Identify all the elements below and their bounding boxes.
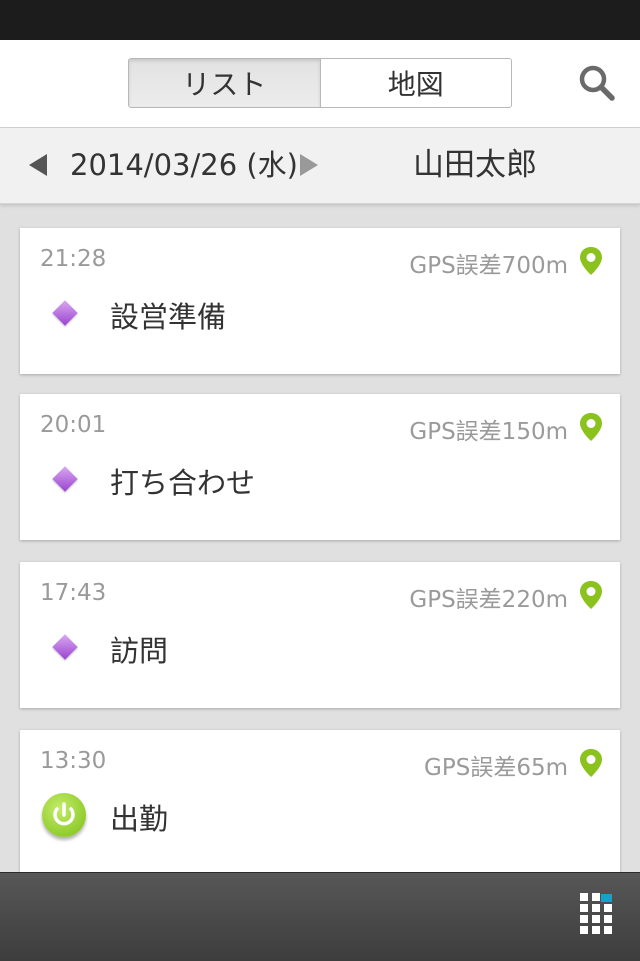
entry-time: 13:30	[40, 748, 107, 774]
view-toggle: リスト 地図	[128, 58, 512, 108]
location-pin-icon[interactable]	[578, 412, 604, 442]
nav-bar: リスト 地図	[0, 40, 640, 128]
search-icon	[579, 65, 615, 101]
current-date: 2014/03/26 (水)	[70, 148, 298, 182]
power-icon	[42, 793, 86, 837]
location-pin-icon[interactable]	[578, 748, 604, 778]
tab-map[interactable]: 地図	[321, 59, 512, 107]
entry-time: 21:28	[40, 246, 107, 272]
list-item[interactable]: 20:01 GPS誤差150m 打ち合わせ	[20, 394, 620, 540]
diamond-icon	[52, 634, 78, 660]
diamond-icon	[52, 466, 78, 492]
prev-day-button[interactable]	[29, 154, 47, 176]
entry-label: 設営準備	[110, 300, 227, 334]
entry-label: 打ち合わせ	[110, 466, 256, 500]
gps-accuracy: GPS誤差150m	[409, 419, 568, 445]
list-item[interactable]: 13:30 GPS誤差65m 出勤	[20, 730, 620, 872]
next-day-button[interactable]	[300, 154, 318, 176]
gps-accuracy: GPS誤差65m	[424, 755, 568, 781]
activity-list: 21:28 GPS誤差700m 設営準備 20:01 GPS誤差150m 打ち合…	[0, 204, 640, 872]
entry-label: 訪問	[110, 634, 169, 668]
grid-menu-icon[interactable]	[580, 893, 612, 941]
date-bar: 2014/03/26 (水) 山田太郎	[0, 128, 640, 204]
diamond-icon	[52, 300, 78, 326]
bottom-toolbar	[0, 872, 640, 961]
location-pin-icon[interactable]	[578, 580, 604, 610]
list-item[interactable]: 21:28 GPS誤差700m 設営準備	[20, 228, 620, 374]
entry-time: 20:01	[40, 412, 107, 438]
power-symbol-icon	[53, 802, 75, 826]
search-button[interactable]	[576, 62, 618, 104]
user-name: 山田太郎	[413, 147, 537, 183]
tab-list[interactable]: リスト	[129, 59, 321, 107]
location-pin-icon[interactable]	[578, 246, 604, 276]
entry-time: 17:43	[40, 580, 107, 606]
entry-label: 出勤	[110, 802, 169, 836]
gps-accuracy: GPS誤差700m	[409, 253, 568, 279]
list-item[interactable]: 17:43 GPS誤差220m 訪問	[20, 562, 620, 708]
gps-accuracy: GPS誤差220m	[409, 587, 568, 613]
status-bar	[0, 0, 640, 40]
